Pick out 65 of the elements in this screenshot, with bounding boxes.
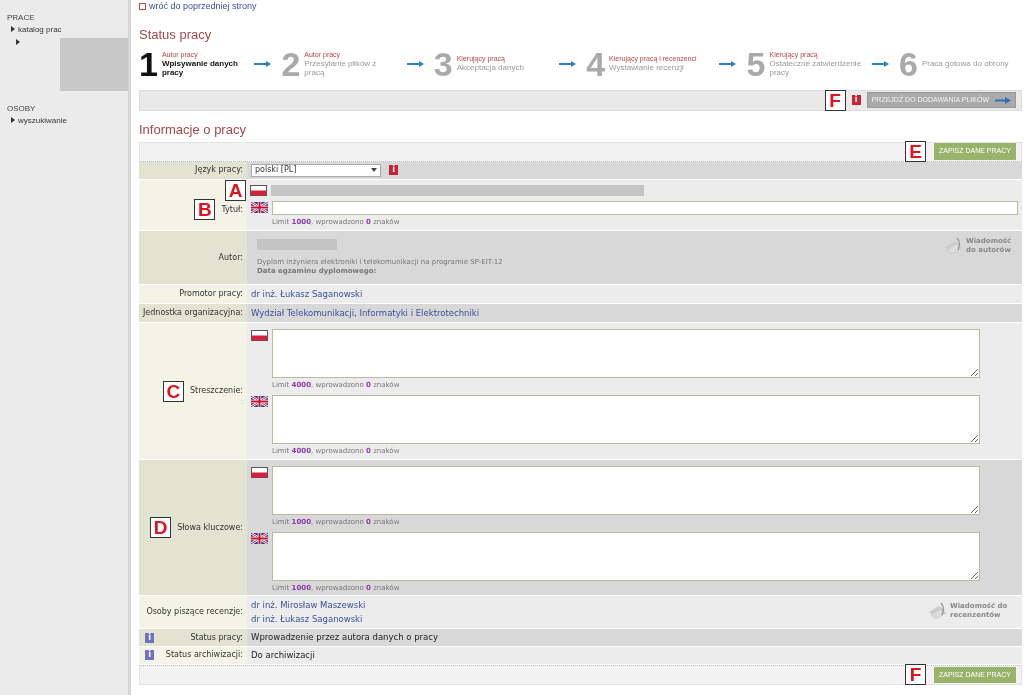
back-link[interactable]: wróć do poprzedniej strony [139,2,257,11]
step-title: Przesyłanie plików z pracą [304,58,378,77]
person-link[interactable]: dr inż. Mirosław Maszewski [251,598,366,613]
info-icon: i [145,650,154,661]
annotation-marker: A [225,179,246,201]
step-title: Praca gotowa do obrony [921,59,1010,68]
field-label: Status archiwizacji: [165,649,243,662]
section-heading: Informacje o pracy [139,121,247,138]
title-input[interactable] [272,200,1018,215]
step-title: Ostateczne zatwierdzenie pracy [769,58,862,77]
field-label: Język pracy: [195,164,243,176]
annotation-marker: E [905,141,927,162]
field-label: Autor: [218,251,243,264]
annotation-marker: B [194,199,216,221]
section-heading: PRACE [7,12,36,24]
poland-flag-icon [250,184,267,196]
poland-flag-icon [251,330,268,342]
step-number: 1 [139,48,158,79]
poland-flag-icon [251,466,268,478]
step-title: Akceptacja danych [456,63,525,72]
info-icon: i [389,165,398,175]
step-number: 2 [281,48,301,79]
text-area[interactable] [272,531,980,581]
expand-icon [139,3,146,11]
caret-icon [371,168,377,172]
status-value: Do archiwizacji [251,650,315,660]
uk-flag-icon [251,202,268,213]
person-link[interactable]: dr inż. Łukasz Saganowski [251,287,363,302]
arrow-icon [719,60,737,67]
section-heading: OSOBY [7,103,37,115]
arrow-icon [558,60,576,67]
annotation-marker: F [905,664,927,686]
annotation-marker: C [162,380,184,402]
language-select[interactable]: polski [PL] [251,163,381,177]
person-link[interactable]: dr inż. Łukasz Saganowski [251,612,363,627]
field-label: Status pracy: [190,631,243,644]
field-label: Jednostka organizacyjna: [143,307,243,320]
step-number: 6 [898,48,918,79]
sidebar-link[interactable]: katalog prac [7,24,128,36]
field-label: Tytuł: [221,203,243,216]
field-label: Osoby piszące recenzje: [146,606,243,619]
text-area[interactable] [272,465,980,515]
field-label: Streszczenie: [189,385,243,397]
annotation-marker: D [150,517,172,538]
step-number: 5 [746,48,766,79]
step-title: Wpisywanie danych pracy [161,58,239,77]
arrow-icon [406,60,424,67]
info-icon: i [851,95,861,105]
sidebar-link[interactable]: wyszukiwanie [7,115,128,127]
field-label: Promotor pracy: [179,288,243,301]
field-label: Słowa kluczowe: [177,521,243,534]
annotation-marker: F [824,89,846,111]
uk-flag-icon [251,396,268,407]
arrow-icon [254,60,272,67]
status-value: Wprowadzenie przez autora danych o pracy [251,632,438,643]
uk-flag-icon [251,532,268,544]
step-title: Wystawianie recenzji [609,63,685,72]
step-number: 3 [433,48,453,79]
text-area[interactable] [272,395,980,444]
arrow-icon [995,96,1011,104]
info-icon: i [145,632,154,643]
text-area[interactable] [272,329,980,379]
arrow-icon [871,60,889,67]
section-heading: Status pracy [139,26,213,43]
step-number: 4 [586,48,606,79]
